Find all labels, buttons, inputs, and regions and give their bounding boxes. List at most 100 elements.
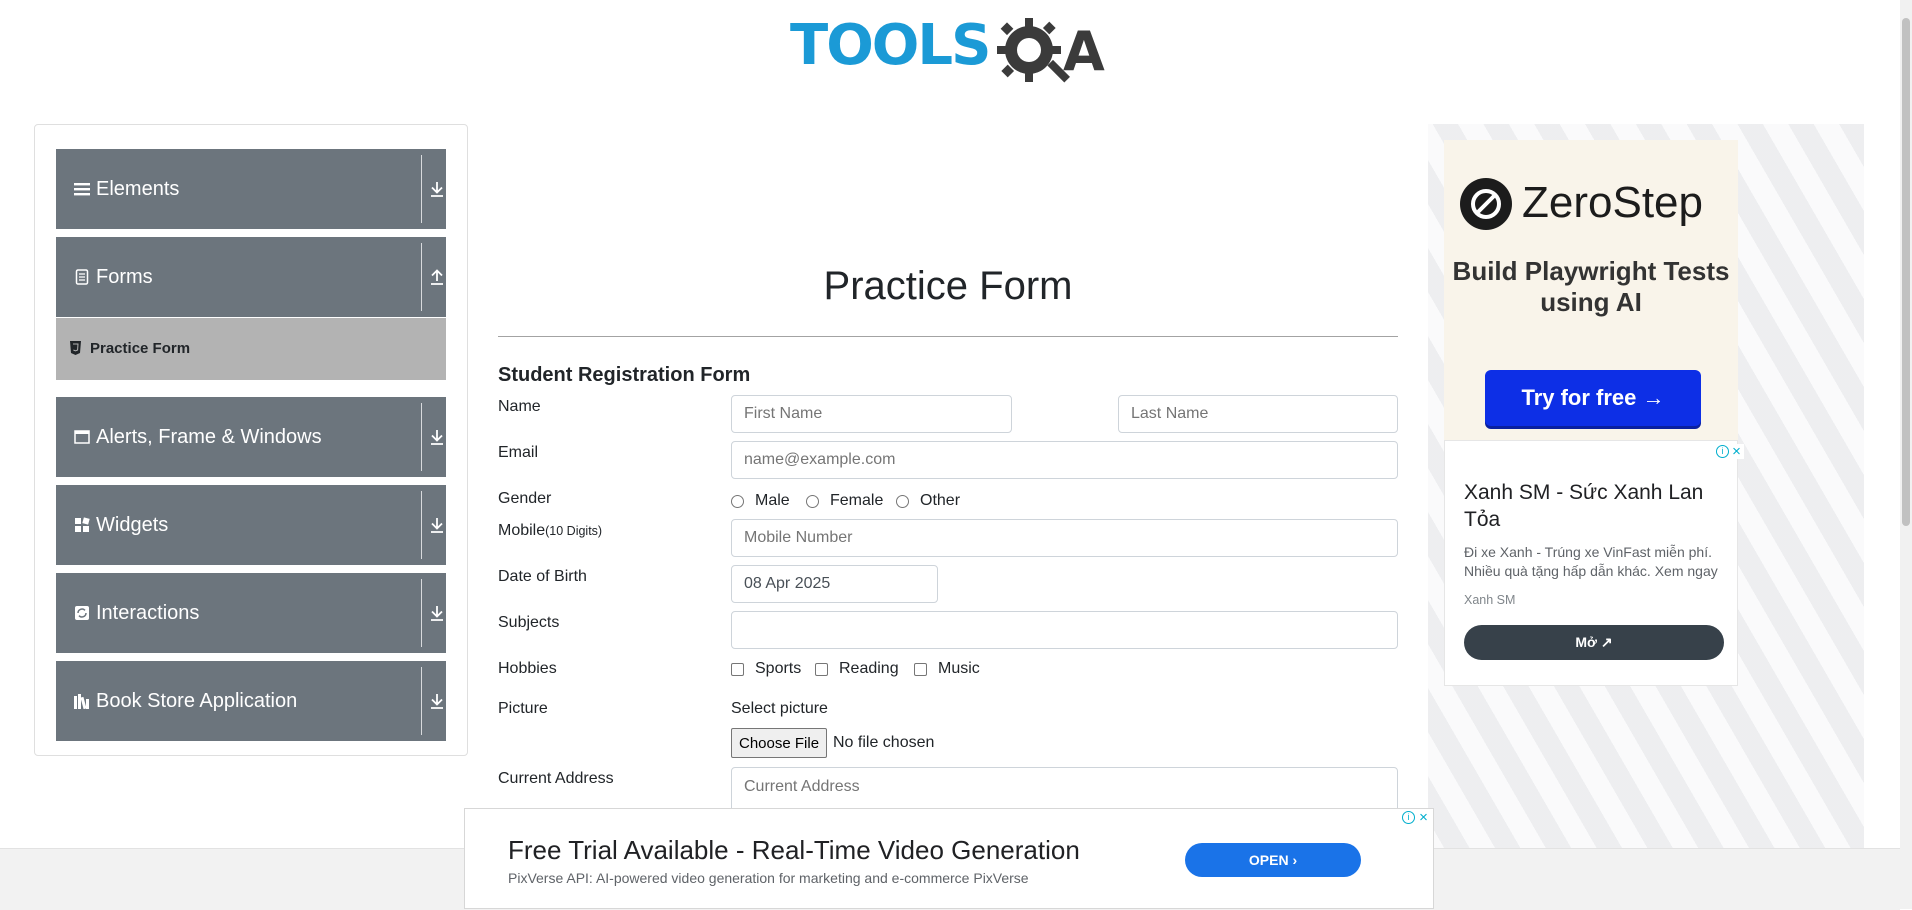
sidebar-group-label: Book Store Application: [96, 690, 298, 712]
sidebar-group-label: Widgets: [96, 514, 169, 536]
adchoices-icon[interactable]: i: [1402, 811, 1415, 824]
gear-magnifier-icon: A: [997, 18, 1105, 83]
sidebar-item-practice-form[interactable]: Practice Form: [56, 318, 446, 380]
zerostep-headline: Build Playwright Tests using AI: [1452, 256, 1730, 317]
checkbox-box[interactable]: [914, 663, 927, 676]
gender-radio-male[interactable]: Male: [731, 492, 801, 512]
gender-label: Gender: [498, 490, 552, 507]
logo-text-tools: TOOLS: [790, 13, 991, 78]
form-icon: [75, 269, 89, 285]
sidebar-item-label: Practice Form: [90, 340, 191, 357]
download-icon: [431, 182, 443, 197]
xanh-sm-ad[interactable]: i × Xanh SM - Sức Xanh Lan Tỏa Đi xe Xan…: [1444, 440, 1744, 686]
sidebar-group-elements[interactable]: Elements: [56, 149, 446, 229]
download-icon: [431, 518, 443, 533]
email-label: Email: [498, 444, 539, 461]
last-name-input[interactable]: [1118, 395, 1398, 433]
toolsqa-logo[interactable]: TOOLS A: [790, 16, 1112, 90]
subjects-label: Subjects: [498, 614, 560, 631]
download-icon: [431, 430, 443, 445]
banner-ad-title[interactable]: Free Trial Available - Real-Time Video G…: [508, 835, 1080, 866]
window-icon: [74, 430, 90, 444]
scrollbar-thumb[interactable]: [1902, 18, 1910, 526]
email-input[interactable]: [731, 441, 1398, 479]
checkbox-label[interactable]: Sports: [755, 660, 801, 678]
subjects-input[interactable]: [731, 611, 1398, 649]
try-for-free-button[interactable]: Try for free →: [1485, 370, 1701, 426]
page-title: Practice Form: [823, 264, 1073, 308]
radio-label[interactable]: Other: [920, 492, 960, 510]
close-ad-icon[interactable]: ×: [1729, 444, 1744, 459]
radio-circle[interactable]: [896, 495, 909, 508]
zerostep-ad[interactable]: ZeroStep Build Playwright Tests using AI…: [1444, 140, 1738, 444]
mobile-input[interactable]: [731, 519, 1398, 557]
bottom-banner-ad[interactable]: i × Free Trial Available - Real-Time Vid…: [464, 808, 1434, 909]
upload-icon: [431, 269, 443, 285]
download-icon: [431, 694, 443, 709]
sidebar-group-label: Elements: [96, 178, 180, 200]
sidebar-group-interactions[interactable]: Interactions: [56, 573, 446, 653]
zerostep-name: ZeroStep: [1522, 178, 1703, 227]
logo-text-a: A: [1063, 20, 1105, 83]
sidebar-group-book-store[interactable]: Book Store Application: [56, 661, 446, 741]
list-icon: [74, 183, 90, 196]
radio-label[interactable]: Female: [830, 492, 883, 510]
checkbox-box[interactable]: [731, 663, 744, 676]
date-of-birth-input[interactable]: [731, 565, 938, 603]
divider: [421, 667, 422, 735]
choose-file-button[interactable]: Choose File: [731, 728, 828, 758]
no-file-chosen-text: No file chosen: [833, 734, 935, 751]
xanh-ad-title[interactable]: Xanh SM - Sức Xanh Lan Tỏa: [1464, 479, 1726, 533]
books-icon: [74, 694, 89, 709]
adchoices-icon[interactable]: i: [1716, 445, 1729, 458]
sidebar-group-label: Interactions: [96, 602, 200, 624]
interactions-icon: [75, 606, 89, 620]
sidebar-group-alerts[interactable]: Alerts, Frame & Windows: [56, 397, 446, 477]
picture-label: Picture: [498, 700, 548, 717]
sidebar: Elements Forms Practice Form Alerts, Fra…: [34, 124, 468, 756]
practice-form-container: Practice Form Student Registration Form …: [498, 120, 1398, 820]
dob-label: Date of Birth: [498, 568, 587, 585]
page-scrollbar[interactable]: [1900, 0, 1912, 909]
sidebar-group-forms[interactable]: Forms: [56, 237, 446, 317]
xanh-open-button[interactable]: Mở ↗: [1464, 625, 1724, 660]
mobile-label: Mobile(10 Digits): [498, 522, 602, 540]
checkbox-label[interactable]: Reading: [839, 660, 899, 678]
sidebar-group-label: Alerts, Frame & Windows: [96, 426, 322, 448]
close-ad-icon[interactable]: ×: [1416, 810, 1431, 825]
checkbox-box[interactable]: [815, 663, 828, 676]
current-address-label: Current Address: [498, 770, 614, 787]
radio-circle[interactable]: [731, 495, 744, 508]
zerostep-logo-glyph: [1471, 189, 1501, 219]
hobby-checkbox-reading[interactable]: Reading: [815, 660, 899, 680]
sidebar-group-widgets[interactable]: Widgets: [56, 485, 446, 565]
hobby-checkbox-sports[interactable]: Sports: [731, 660, 803, 680]
gender-radio-female[interactable]: Female: [806, 492, 886, 512]
gender-radio-other[interactable]: Other: [896, 492, 966, 512]
form-title: Student Registration Form: [498, 364, 751, 386]
checkbox-label[interactable]: Music: [938, 660, 980, 678]
banner-open-button[interactable]: OPEN ›: [1185, 843, 1361, 877]
sidebar-group-label: Forms: [96, 266, 153, 288]
divider: [421, 491, 422, 559]
xanh-ad-brand: Xanh SM: [1464, 593, 1516, 607]
xanh-ad-description: Đi xe Xanh - Trúng xe VinFast miễn phí. …: [1464, 544, 1718, 579]
select-picture-label: Select picture: [731, 700, 828, 717]
title-divider: [498, 336, 1398, 337]
widgets-icon: [75, 517, 90, 532]
radio-circle[interactable]: [806, 495, 819, 508]
divider: [421, 155, 422, 223]
name-label: Name: [498, 398, 541, 415]
radio-label[interactable]: Male: [755, 492, 790, 510]
divider: [421, 243, 422, 311]
html5-icon: [70, 341, 81, 355]
mobile-label-text: Mobile: [498, 522, 546, 539]
divider: [421, 579, 422, 647]
download-icon: [431, 606, 443, 621]
zerostep-logo-icon: [1460, 178, 1512, 230]
first-name-input[interactable]: [731, 395, 1012, 433]
banner-ad-description: PixVerse API: AI-powered video generatio…: [508, 870, 1029, 886]
hobby-checkbox-music[interactable]: Music: [914, 660, 986, 680]
divider: [421, 403, 422, 471]
hobbies-label: Hobbies: [498, 660, 557, 677]
